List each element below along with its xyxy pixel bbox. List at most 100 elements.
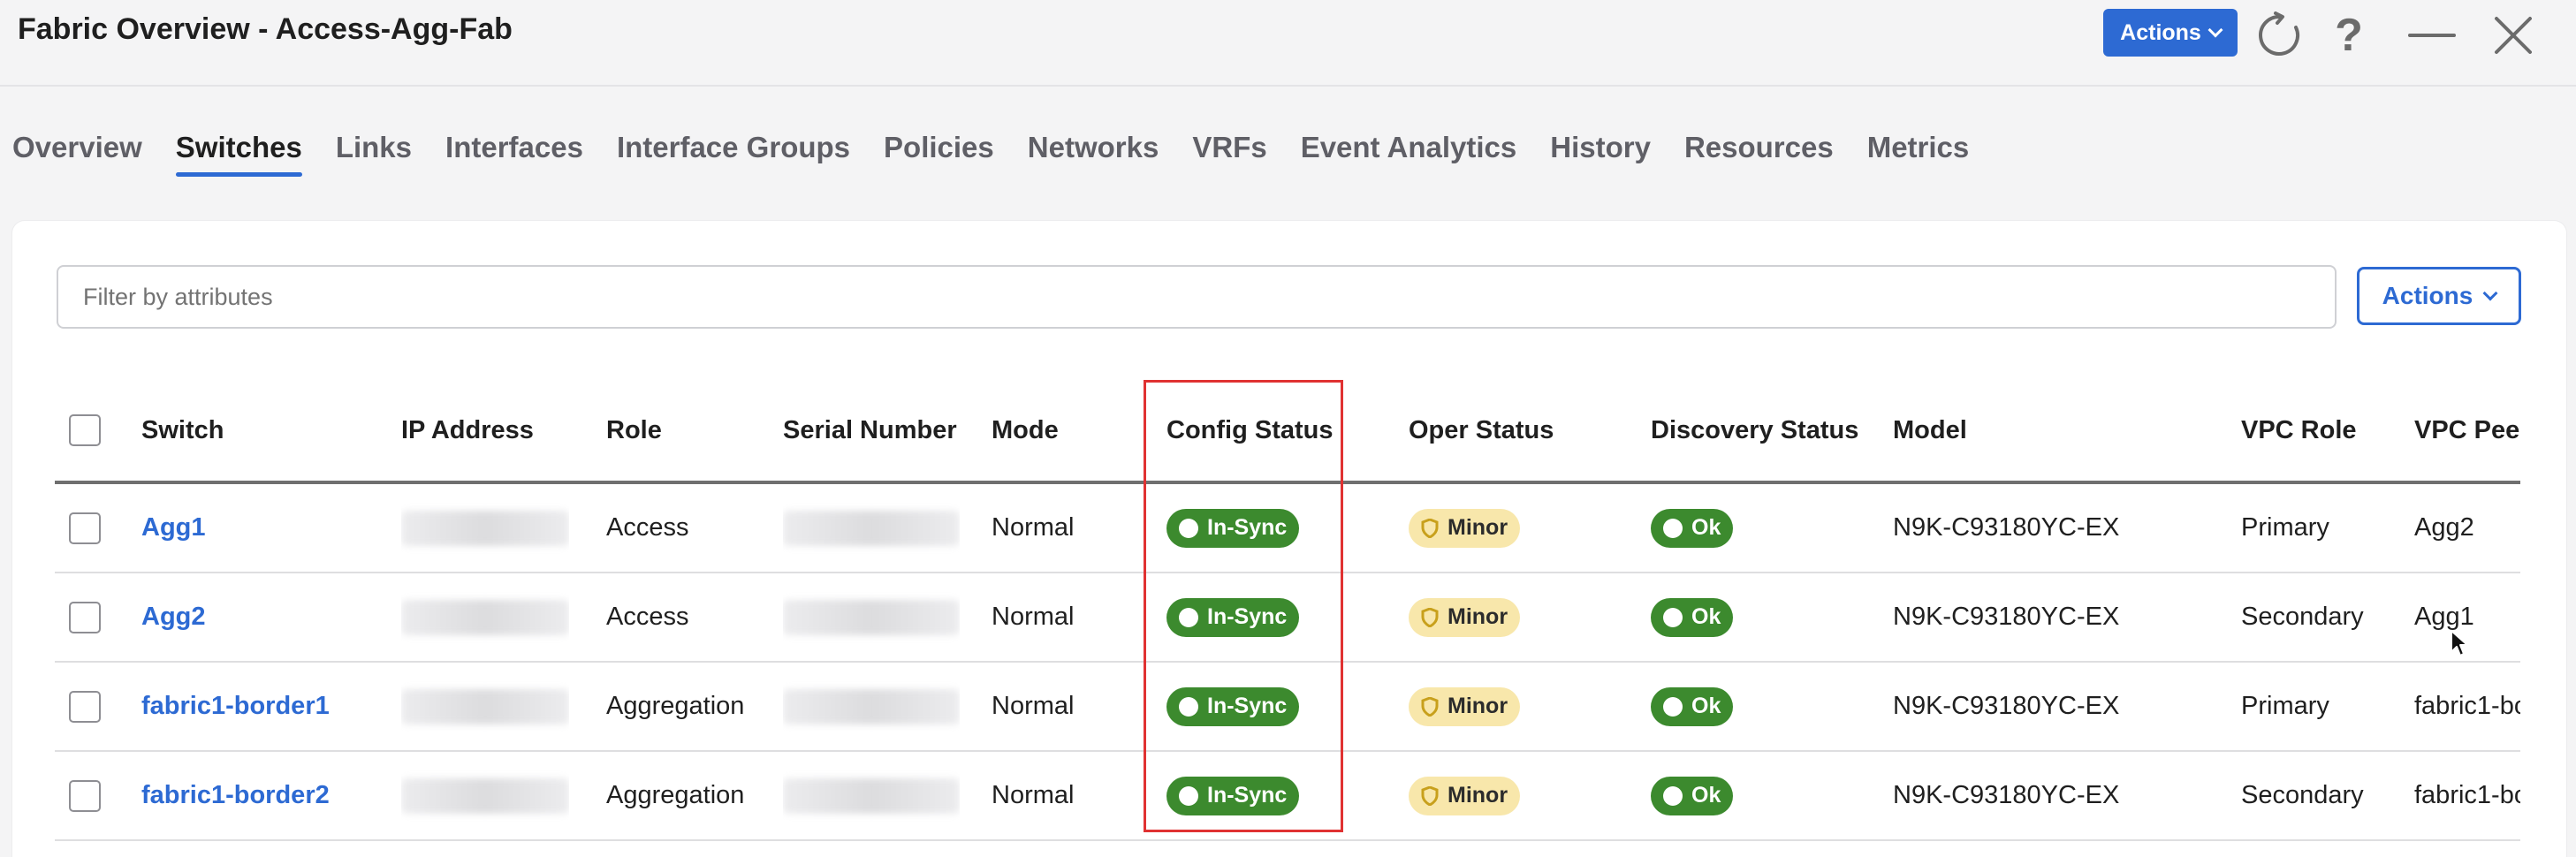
vpc-role-value: Primary (2241, 692, 2329, 720)
help-icon[interactable]: ? (2324, 10, 2374, 61)
col-switch[interactable]: Switch (141, 380, 224, 481)
discovery-status-badge: Ok (1651, 508, 1734, 548)
tab-bar: Overview Switches Links Interfaces Inter… (12, 131, 2002, 177)
row-checkbox[interactable] (69, 512, 101, 544)
switch-name-link[interactable]: fabric1-border2 (141, 752, 330, 839)
config-status-text: In-Sync (1207, 694, 1288, 718)
switches-panel: Actions Switch IP Address Role Serial Nu… (12, 221, 2566, 857)
model-value: N9K-C93180YC-EX (1893, 692, 2120, 720)
minimize-icon[interactable] (2407, 11, 2457, 60)
chevron-down-icon (2482, 285, 2498, 301)
discovery-status-badge: Ok (1651, 776, 1734, 815)
role-value: Access (606, 513, 689, 542)
vpc-role-value: Primary (2241, 513, 2329, 542)
row-checkbox[interactable] (69, 690, 101, 723)
table-header: Switch IP Address Role Serial Number Mod… (55, 380, 2520, 484)
status-dot-icon (1663, 607, 1683, 627)
ip-address-redacted (401, 688, 569, 724)
model-value: N9K-C93180YC-EX (1893, 603, 2120, 631)
oper-status-text: Minor (1448, 783, 1508, 808)
config-status-badge: In-Sync (1166, 686, 1300, 726)
col-serial-number[interactable]: Serial Number (783, 380, 957, 481)
oper-status-badge: Minor (1409, 597, 1521, 637)
serial-number-redacted (783, 688, 960, 724)
vpc-peer-value: fabric1-bo (2414, 781, 2520, 809)
close-icon[interactable] (2489, 11, 2538, 60)
status-dot-icon (1663, 518, 1683, 538)
top-actions-button[interactable]: Actions (2103, 9, 2238, 57)
oper-status-text: Minor (1448, 515, 1508, 540)
serial-number-redacted (783, 599, 960, 635)
switch-name-link[interactable]: fabric1-border1 (141, 663, 330, 750)
serial-number-redacted (783, 777, 960, 814)
select-all-checkbox[interactable] (69, 414, 101, 446)
tab-interface-groups[interactable]: Interface Groups (617, 131, 850, 177)
col-model[interactable]: Model (1893, 380, 1967, 481)
status-dot-icon (1179, 518, 1198, 538)
col-oper-status[interactable]: Oper Status (1409, 380, 1554, 481)
serial-number-redacted (783, 510, 960, 546)
mode-value: Normal (992, 513, 1075, 542)
col-ip-address[interactable]: IP Address (401, 380, 534, 481)
tab-vrfs[interactable]: VRFs (1192, 131, 1266, 177)
col-vpc-peer[interactable]: VPC Peer (2414, 380, 2520, 481)
model-value: N9K-C93180YC-EX (1893, 781, 2120, 809)
window-title: Fabric Overview - Access-Agg-Fab (18, 12, 513, 46)
vpc-role-value: Secondary (2241, 781, 2364, 809)
chevron-down-icon (2207, 22, 2223, 38)
vpc-peer-value: fabric1-bo (2414, 692, 2520, 720)
discovery-status-text: Ok (1691, 694, 1721, 718)
role-value: Access (606, 603, 689, 631)
ip-address-redacted (401, 777, 569, 814)
tab-links[interactable]: Links (336, 131, 412, 177)
status-dot-icon (1663, 696, 1683, 717)
mouse-pointer-icon (2451, 630, 2468, 656)
table-row[interactable]: Agg2 Access Normal In-Sync Minor Ok N9K-… (55, 573, 2520, 663)
status-dot-icon (1179, 607, 1198, 627)
col-discovery-status[interactable]: Discovery Status (1651, 380, 1858, 481)
config-status-badge: In-Sync (1166, 508, 1300, 548)
tab-networks[interactable]: Networks (1028, 131, 1159, 177)
tab-history[interactable]: History (1550, 131, 1651, 177)
row-checkbox[interactable] (69, 779, 101, 812)
tab-metrics[interactable]: Metrics (1867, 131, 1970, 177)
oper-status-badge: Minor (1409, 686, 1521, 726)
tab-policies[interactable]: Policies (884, 131, 994, 177)
table-row[interactable]: Agg1 Access Normal In-Sync Minor Ok N9K-… (55, 484, 2520, 573)
table-row[interactable]: fabric1-border2 Aggregation Normal In-Sy… (55, 752, 2520, 841)
discovery-status-badge: Ok (1651, 597, 1734, 637)
oper-status-text: Minor (1448, 604, 1508, 629)
discovery-status-badge: Ok (1651, 686, 1734, 726)
row-checkbox[interactable] (69, 601, 101, 633)
switch-name-link[interactable]: Agg2 (141, 573, 206, 661)
shield-icon (1421, 607, 1439, 627)
config-status-badge: In-Sync (1166, 776, 1300, 815)
role-value: Aggregation (606, 692, 745, 720)
col-vpc-role[interactable]: VPC Role (2241, 380, 2357, 481)
status-dot-icon (1179, 785, 1198, 806)
switch-name-link[interactable]: Agg1 (141, 484, 206, 572)
vpc-peer-value: Agg2 (2414, 513, 2474, 542)
role-value: Aggregation (606, 781, 745, 809)
tab-event-analytics[interactable]: Event Analytics (1301, 131, 1517, 177)
refresh-icon[interactable] (2255, 11, 2305, 60)
discovery-status-text: Ok (1691, 783, 1721, 808)
table-actions-button[interactable]: Actions (2357, 267, 2521, 325)
oper-status-text: Minor (1448, 694, 1508, 718)
title-bar: Fabric Overview - Access-Agg-Fab Actions… (0, 0, 2576, 87)
status-dot-icon (1179, 696, 1198, 717)
ip-address-redacted (401, 599, 569, 635)
filter-input[interactable] (57, 265, 2337, 329)
table-row[interactable]: fabric1-border1 Aggregation Normal In-Sy… (55, 663, 2520, 752)
col-mode[interactable]: Mode (992, 380, 1059, 481)
vpc-role-value: Secondary (2241, 603, 2364, 631)
discovery-status-text: Ok (1691, 604, 1721, 629)
col-role[interactable]: Role (606, 380, 662, 481)
tab-interfaces[interactable]: Interfaces (445, 131, 583, 177)
tab-overview[interactable]: Overview (12, 131, 142, 177)
shield-icon (1421, 785, 1439, 806)
config-status-text: In-Sync (1207, 515, 1288, 540)
tab-resources[interactable]: Resources (1684, 131, 1834, 177)
tab-switches[interactable]: Switches (175, 131, 302, 177)
col-config-status[interactable]: Config Status (1166, 380, 1334, 481)
